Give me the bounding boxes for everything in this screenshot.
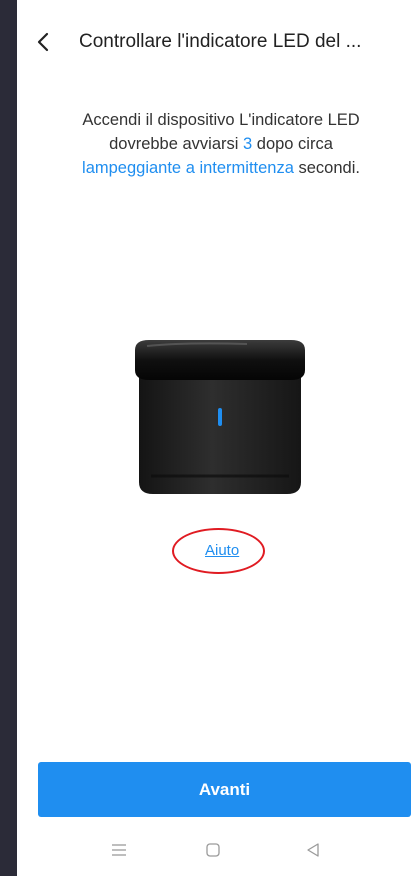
blink-mode-text: lampeggiante a intermittenza <box>82 159 294 177</box>
help-link[interactable]: Aiuto <box>205 542 239 559</box>
chevron-left-icon <box>37 32 49 52</box>
instruction-part2: dopo circa <box>252 135 333 153</box>
device-image <box>127 336 313 498</box>
led-indicator <box>218 408 222 426</box>
app-frame: Controllare l'indicatore LED del ... Acc… <box>0 0 411 876</box>
instruction-part3: secondi. <box>293 159 360 177</box>
menu-icon <box>112 844 126 856</box>
nav-back-button[interactable] <box>299 836 327 864</box>
nav-menu-button[interactable] <box>105 836 133 864</box>
top-bar: Controllare l'indicatore LED del ... <box>17 22 411 62</box>
back-triangle-icon <box>307 843 319 857</box>
system-nav-bar <box>17 822 411 876</box>
page-title: Controllare l'indicatore LED del ... <box>79 31 362 52</box>
next-button[interactable]: Avanti <box>38 762 411 817</box>
instruction-text: Accendi il dispositivo L'indicatore LED … <box>51 108 391 180</box>
home-icon <box>206 843 220 857</box>
app-screen: Controllare l'indicatore LED del ... Acc… <box>17 0 411 876</box>
nav-home-button[interactable] <box>199 836 227 864</box>
seconds-value: 3 <box>243 135 253 153</box>
back-button[interactable] <box>29 26 57 58</box>
